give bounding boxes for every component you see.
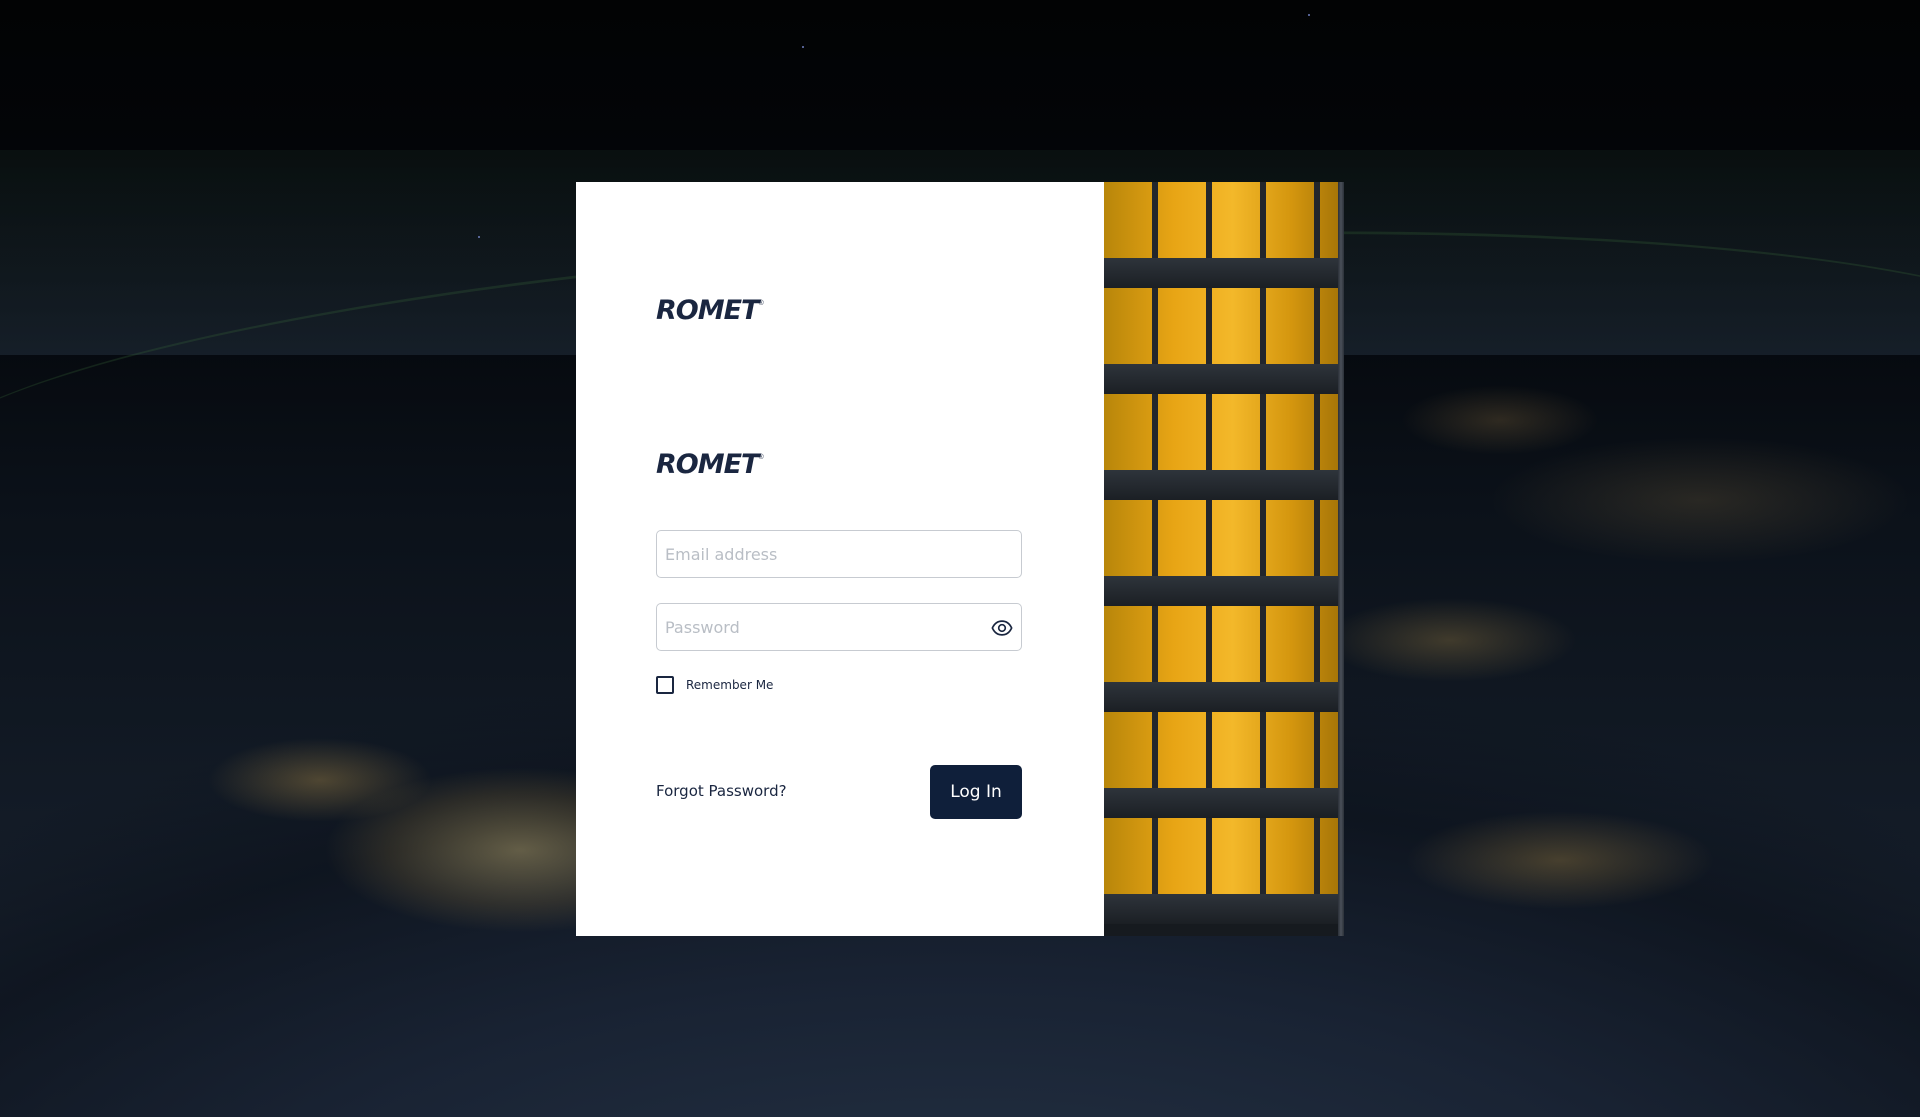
logo-registered-mark: ® [758,300,764,307]
login-card: ROMET ® ROMET ® Remember Me Forgot Passw… [576,182,1104,936]
building-floor [1104,394,1338,500]
star [802,46,804,48]
eye-icon[interactable] [991,617,1013,639]
building-image [1104,182,1344,936]
brand-logo: ROMET ® [656,444,796,484]
star [1308,14,1310,16]
building-floor [1104,288,1338,394]
building-floor [1104,182,1338,288]
remember-me-checkbox[interactable] [656,676,674,694]
remember-me-label: Remember Me [686,678,774,692]
star [478,236,480,238]
email-field [656,530,1022,578]
building-floor [1104,712,1338,818]
forgot-password-link[interactable]: Forgot Password? [656,782,787,800]
logo-registered-mark: ® [758,454,764,461]
login-button[interactable]: Log In [930,765,1022,819]
building-floor [1104,818,1338,924]
email-input[interactable] [657,531,1021,577]
building-floor [1104,606,1338,712]
remember-me: Remember Me [656,676,773,694]
logo-wordmark: ROMET [656,448,759,480]
brand-logo-top: ROMET ® [656,290,796,330]
password-input[interactable] [657,604,1021,650]
password-field [656,603,1022,651]
building-frame [1338,182,1344,936]
logo-wordmark: ROMET [656,294,759,326]
building-floor [1104,500,1338,606]
login-page: ROMET ® ROMET ® Remember Me Forgot Passw… [0,0,1920,1117]
